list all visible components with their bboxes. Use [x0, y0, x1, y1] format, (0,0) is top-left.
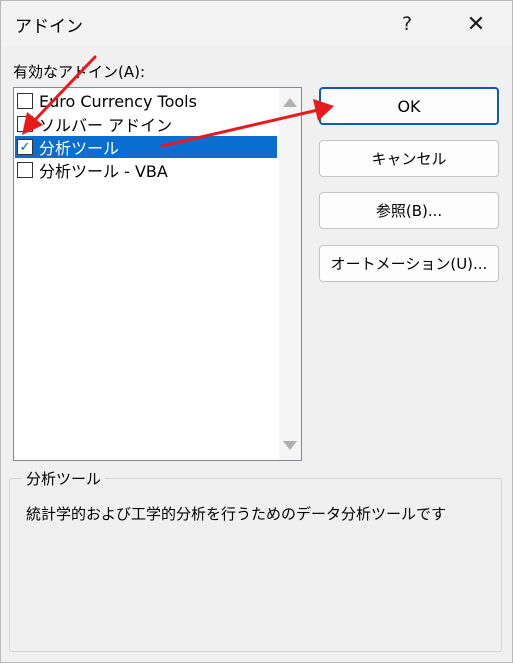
checkbox-analysis-toolpak[interactable]: ✓: [17, 139, 33, 155]
list-item-label: 分析ツール: [39, 139, 120, 158]
list-item-euro-currency-tools[interactable]: Euro Currency Tools: [15, 90, 277, 112]
cancel-button[interactable]: キャンセル: [319, 140, 499, 177]
scroll-down-icon[interactable]: [283, 441, 297, 450]
list-item-solver-addin[interactable]: ソルバー アドイン: [15, 113, 277, 135]
checkbox-euro-currency-tools[interactable]: [17, 93, 33, 109]
list-item-analysis-toolpak-vba[interactable]: 分析ツール - VBA: [15, 159, 277, 181]
description-text: 統計学的および工学的分析を行うためのデータ分析ツールです: [26, 505, 447, 523]
title-bar: アドイン ? ✕: [1, 1, 512, 46]
scroll-up-icon[interactable]: [283, 98, 297, 107]
list-item-label: Euro Currency Tools: [39, 91, 197, 111]
list-item-label: ソルバー アドイン: [39, 116, 173, 135]
help-button[interactable]: ?: [387, 7, 427, 41]
addins-dialog: アドイン ? ✕ 有効なアドイン(A): Euro Currency Tools…: [0, 0, 513, 663]
list-item-label: 分析ツール - VBA: [39, 162, 168, 181]
list-item-analysis-toolpak[interactable]: ✓ 分析ツール: [15, 136, 277, 158]
checkmark-icon: ✓: [19, 139, 31, 155]
listbox-scrollbar[interactable]: [279, 88, 301, 460]
checkbox-solver-addin[interactable]: [17, 116, 33, 132]
checkbox-analysis-toolpak-vba[interactable]: [17, 162, 33, 178]
description-groupbox: 分析ツール 統計学的および工学的分析を行うためのデータ分析ツールです: [9, 468, 502, 652]
description-title: 分析ツール: [22, 468, 106, 489]
addins-list-label: 有効なアドイン(A):: [13, 63, 146, 81]
addins-listbox[interactable]: Euro Currency Tools ソルバー アドイン ✓ 分析ツール 分析…: [13, 87, 302, 461]
dialog-title: アドイン: [15, 17, 83, 37]
close-button[interactable]: ✕: [456, 7, 496, 41]
ok-button[interactable]: OK: [319, 87, 499, 125]
automation-button[interactable]: オートメーション(U)...: [319, 245, 499, 282]
browse-button[interactable]: 参照(B)...: [319, 192, 499, 229]
